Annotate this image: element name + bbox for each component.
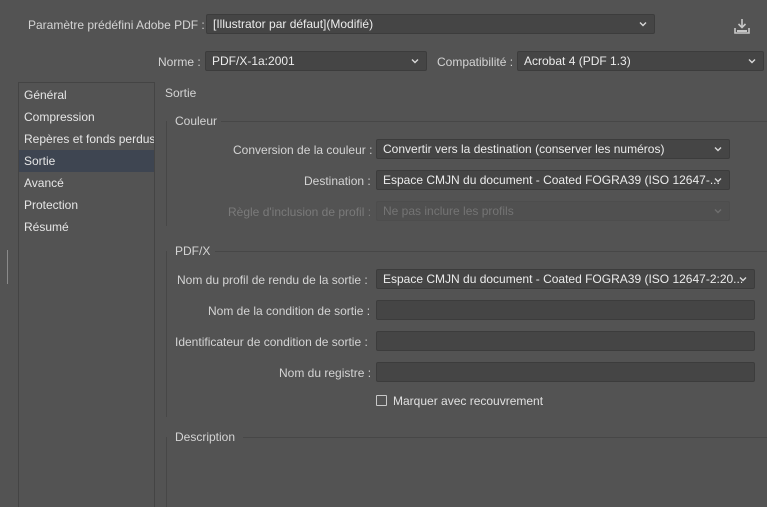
section-title-color: Couleur [175,114,218,128]
preset-value: [Illustrator par défaut](Modifié) [213,17,374,31]
compatibility-value: Acrobat 4 (PDF 1.3) [524,54,631,68]
chevron-down-icon [714,209,722,214]
compatibility-label: Compatibilité : [437,55,514,69]
preset-dropdown[interactable]: [Illustrator par défaut](Modifié) [206,14,655,34]
chevron-down-icon [748,59,756,64]
color-conversion-value: Convertir vers la destination (conserver… [383,142,665,156]
output-condition-id-field[interactable] [376,331,755,351]
standard-dropdown[interactable]: PDF/X-1a:2001 [205,51,427,71]
output-condition-id-label: Identificateur de condition de sortie : [175,335,368,349]
destination-dropdown[interactable]: Espace CMJN du document - Coated FOGRA39… [376,170,730,190]
output-profile-label: Nom du profil de rendu de la sortie : [177,273,368,287]
color-conversion-label: Conversion de la couleur : [233,143,373,157]
compatibility-dropdown[interactable]: Acrobat 4 (PDF 1.3) [517,51,764,71]
color-conversion-dropdown[interactable]: Convertir vers la destination (conserver… [376,139,730,159]
profile-inclusion-value: Ne pas inclure les profils [383,204,514,218]
chevron-down-icon [714,178,722,183]
sidebar-item-compression[interactable]: Compression [19,106,154,128]
section-frame-pdfx [166,251,167,417]
section-title-description: Description [175,430,236,444]
section-divider [215,251,767,252]
output-condition-name-field[interactable] [376,300,755,320]
trapped-checkbox-label[interactable]: Marquer avec recouvrement [393,394,543,408]
section-frame-description [166,437,167,507]
sidebar-item-marks-bleeds[interactable]: Repères et fonds perdus [19,128,154,150]
section-frame-color [166,121,167,226]
registry-name-field[interactable] [376,362,755,382]
preset-label: Paramètre prédéfini Adobe PDF : [28,18,205,32]
profile-inclusion-label: Règle d'inclusion de profil : [228,205,372,219]
chevron-down-icon [714,147,722,152]
section-title-pdfx: PDF/X [175,244,211,258]
destination-label: Destination : [304,174,371,188]
sidebar-item-summary[interactable]: Résumé [19,216,154,238]
chevron-down-icon [739,277,747,282]
output-profile-value: Espace CMJN du document - Coated FOGRA39… [383,272,744,286]
sidebar-item-output[interactable]: Sortie [19,150,154,172]
standard-value: PDF/X-1a:2001 [212,54,295,68]
output-condition-name-label: Nom de la condition de sortie : [208,304,371,318]
sidebar-item-general[interactable]: Général [19,84,154,106]
trapped-checkbox[interactable] [376,395,387,406]
destination-value: Espace CMJN du document - Coated FOGRA39… [383,173,720,187]
profile-inclusion-dropdown: Ne pas inclure les profils [376,201,730,221]
standard-label: Norme : [158,55,201,69]
save-preset-button[interactable] [731,16,753,38]
section-divider [243,437,767,438]
output-profile-dropdown[interactable]: Espace CMJN du document - Coated FOGRA39… [376,269,755,289]
chevron-down-icon [639,22,647,27]
section-divider [221,121,767,122]
window-edge [7,250,8,284]
sidebar-item-security[interactable]: Protection [19,194,154,216]
panel-title: Sortie [165,86,197,100]
sidebar-item-advanced[interactable]: Avancé [19,172,154,194]
chevron-down-icon [411,59,419,64]
download-icon [734,19,750,34]
registry-name-label: Nom du registre : [279,366,372,380]
